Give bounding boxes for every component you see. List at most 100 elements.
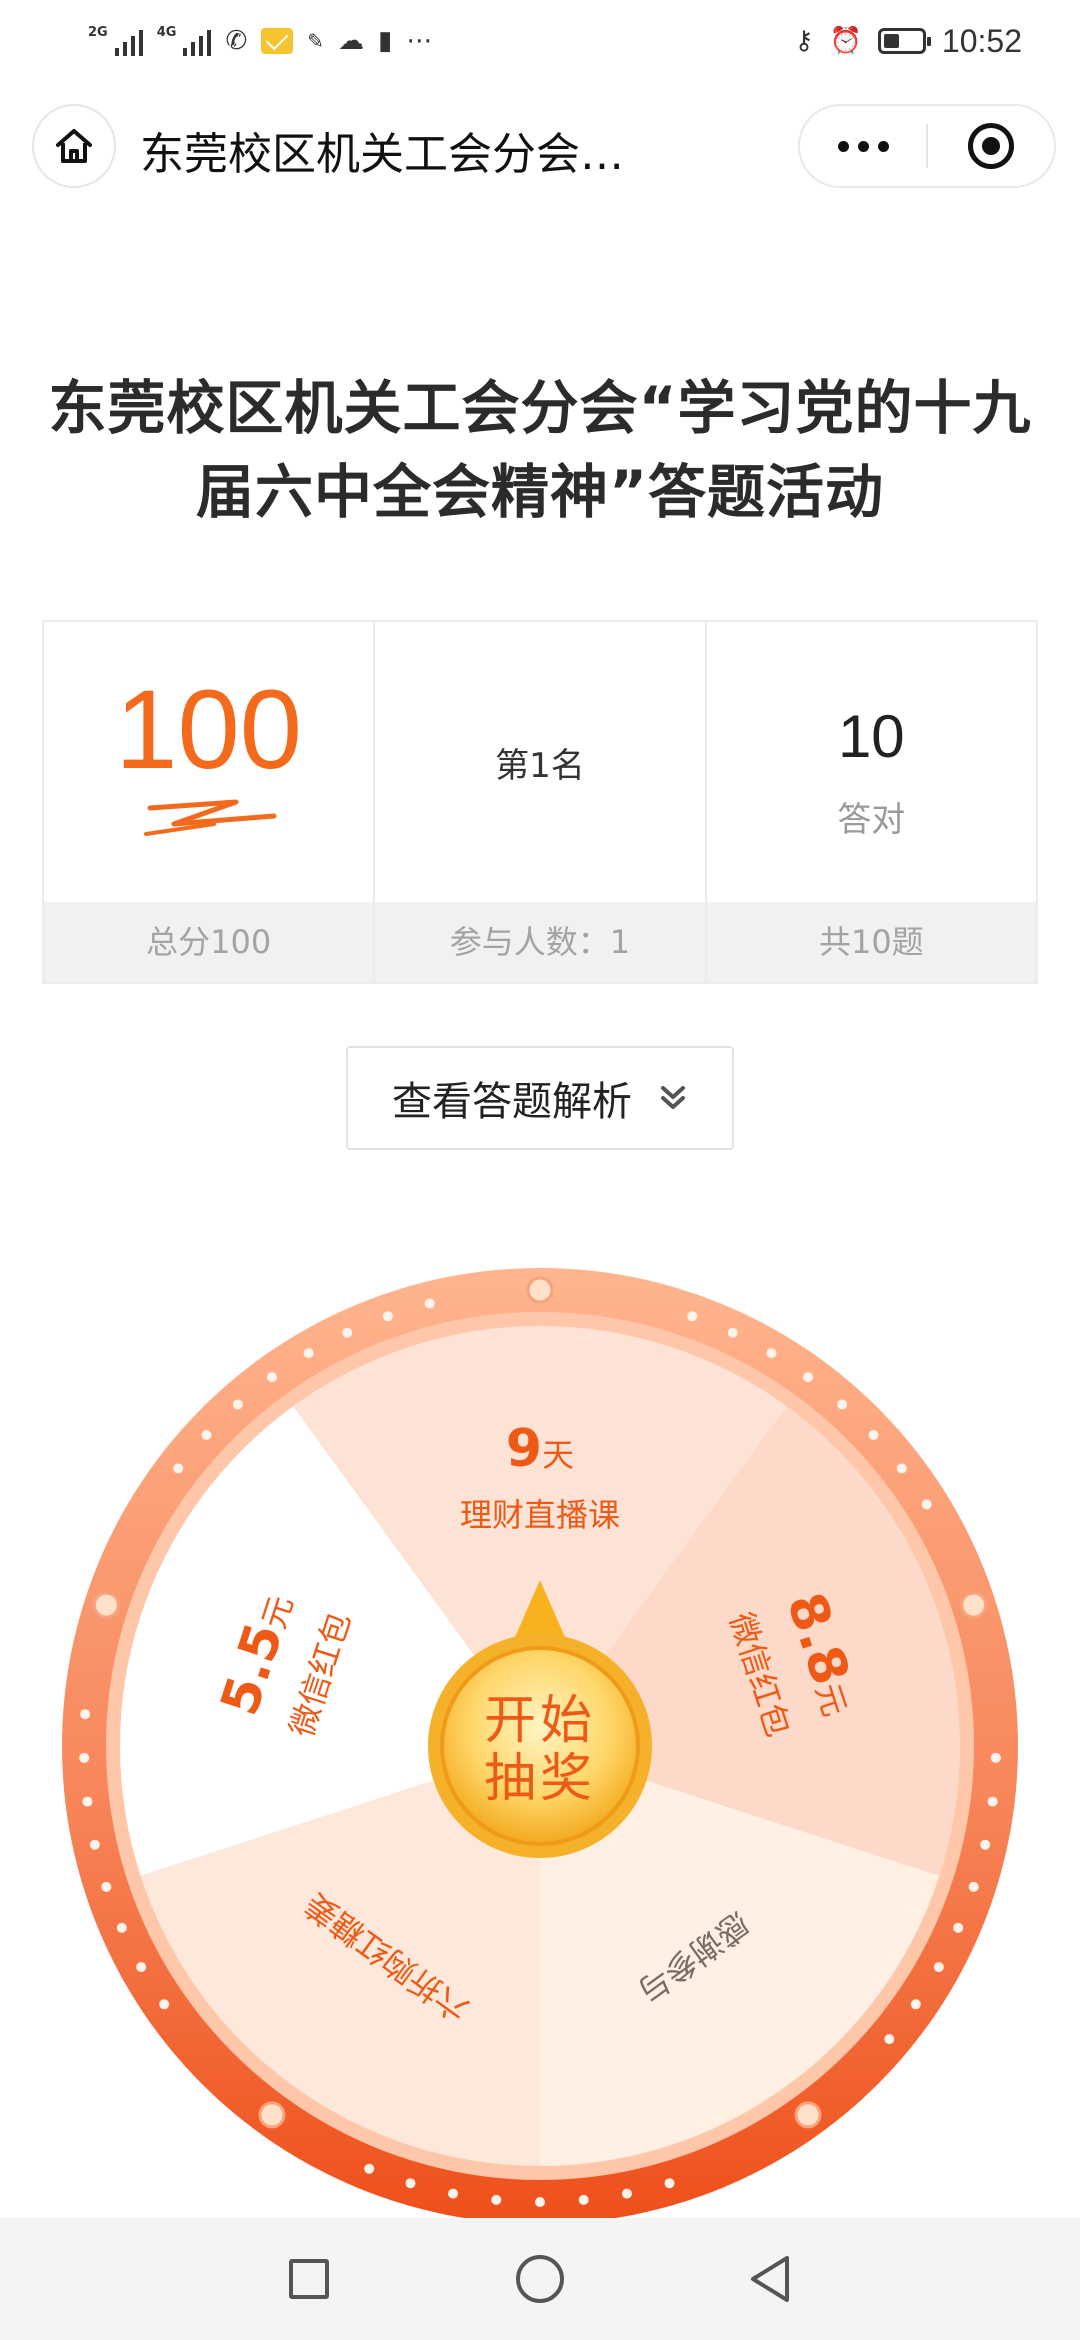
rim-light-small xyxy=(116,1922,127,1933)
rim-light-small xyxy=(136,1962,147,1973)
sim-alert-icon: ▮ xyxy=(378,26,393,56)
rim-light-small xyxy=(980,1839,991,1850)
recent-apps-button[interactable] xyxy=(274,2246,344,2312)
study-app-icon: ✎ xyxy=(307,29,324,53)
start-lottery-label-2: 抽奖 xyxy=(484,1749,596,1809)
back-button[interactable] xyxy=(735,2246,805,2312)
home-button[interactable] xyxy=(32,104,116,188)
rim-light-small xyxy=(342,1327,353,1338)
rim-light-small xyxy=(424,1298,435,1309)
rim-light-small xyxy=(987,1796,998,1807)
rim-light-small xyxy=(803,1372,814,1383)
rim-light-small xyxy=(953,1922,964,1933)
status-right-icons: ⚷ ⏰ 10:52 xyxy=(795,14,1023,68)
rim-light-small xyxy=(101,1881,112,1892)
status-left-icons: 2G 4G ✆ ✎ ☁ ▮ ⋯ xyxy=(88,14,432,68)
rim-light-small xyxy=(968,1881,979,1892)
rank-column: 第1名 参与人数：1 xyxy=(375,622,707,982)
rim-light-small xyxy=(727,1327,738,1338)
rim-light-small xyxy=(766,1348,777,1359)
rim-light-small xyxy=(405,2178,416,2189)
rim-light-small xyxy=(664,2178,675,2189)
mail-icon xyxy=(261,28,294,54)
missed-call-icon: ✆ xyxy=(225,26,248,56)
score-underline-icon xyxy=(144,799,277,836)
rim-light-small xyxy=(910,1999,921,2010)
capsule-menu xyxy=(798,104,1056,188)
activity-title: 东莞校区机关工会分会“学习党的十九届六中全会精神”答题活动 xyxy=(48,374,1032,526)
participants-label: 参与人数：1 xyxy=(375,902,705,982)
rim-light-small xyxy=(687,1311,698,1322)
rim-light-small xyxy=(622,2188,633,2199)
prize-name: 理财直播课 xyxy=(460,1496,620,1534)
lottery-wheel: 9天 理财直播课 8.8元 微信红包 感谢参与 六折购红糖姜 5.5元 微信红包 开始 抽奖 xyxy=(62,1268,1018,2224)
total-score-label: 总分100 xyxy=(44,902,374,982)
rim-light-small xyxy=(921,1499,932,1510)
rim-light-small xyxy=(382,1311,393,1322)
start-lottery-label-1: 开始 xyxy=(484,1691,596,1751)
rim-light-small xyxy=(990,1752,1001,1763)
view-analysis-button[interactable]: 查看答题解析 xyxy=(346,1046,734,1150)
status-time: 10:52 xyxy=(941,22,1022,59)
system-nav-bar xyxy=(0,2218,1080,2340)
rim-light xyxy=(92,1591,120,1619)
correct-label: 答对 xyxy=(837,800,906,840)
rim-light-small xyxy=(364,2163,375,2174)
rim-light-small xyxy=(868,1430,879,1441)
mini-program-title-bar: 东莞校区机关工会分会… xyxy=(0,100,1080,196)
score-column: 100 总分100 xyxy=(44,622,376,982)
target-icon xyxy=(968,123,1014,169)
key-icon: ⚷ xyxy=(794,26,814,56)
rim-light-small xyxy=(82,1796,93,1807)
view-analysis-label: 查看答题解析 xyxy=(392,1079,632,1125)
battery-icon xyxy=(877,28,931,54)
more-dots-icon: ⋯ xyxy=(406,26,433,56)
more-icon xyxy=(837,140,889,152)
signal-icon: 2G xyxy=(88,26,143,56)
lottery-wheel-graphic: 9天理财直播课8.8元微信红包感谢参与六折购红糖姜5.5元微信红包 开始 抽奖 xyxy=(62,1268,1018,2224)
status-bar: 2G 4G ✆ ✎ ☁ ▮ ⋯ ⚷ ⏰ 10:52 xyxy=(0,0,1080,80)
home-nav-button[interactable] xyxy=(505,2246,575,2312)
close-mini-program-button[interactable] xyxy=(928,106,1054,186)
score-value: 100 xyxy=(115,667,303,792)
rim-light-small xyxy=(447,2188,458,2199)
more-button[interactable] xyxy=(800,106,926,186)
rim-light-small xyxy=(266,1372,277,1383)
window-title: 东莞校区机关工会分会… xyxy=(140,129,624,180)
signal-icon: 4G xyxy=(157,26,212,56)
back-icon xyxy=(751,2256,789,2302)
rim-light-small xyxy=(80,1709,91,1720)
correct-count: 10 xyxy=(837,703,905,770)
rim-light xyxy=(258,2101,286,2129)
rim-light xyxy=(960,1591,988,1619)
cloud-icon: ☁ xyxy=(338,26,364,56)
rank-value: 第1名 xyxy=(495,746,585,786)
total-questions-label: 共10题 xyxy=(706,902,1036,982)
rim-light-small xyxy=(491,2194,502,2205)
home-icon xyxy=(56,129,92,163)
battery-fill xyxy=(883,34,900,48)
rim-light xyxy=(526,1276,554,1304)
rim-light-small xyxy=(884,2034,895,2045)
rim-light-small xyxy=(79,1752,90,1763)
rim-light-small xyxy=(837,1399,848,1410)
home-circle-icon xyxy=(516,2255,564,2303)
rim-light xyxy=(794,2101,822,2129)
alarm-icon: ⏰ xyxy=(829,26,862,56)
rim-light-small xyxy=(232,1399,243,1410)
rim-light-small xyxy=(303,1348,314,1359)
score-panel: 100 总分100 第1名 参与人数：1 10 答对 共10题 xyxy=(42,620,1038,984)
rim-light-small xyxy=(896,1463,907,1474)
correct-column: 10 答对 共10题 xyxy=(706,622,1036,982)
recent-apps-icon xyxy=(289,2259,329,2299)
network-type-label: 2G xyxy=(88,25,108,40)
network-type-label: 4G xyxy=(156,25,177,40)
rim-light-small xyxy=(535,2197,545,2207)
rim-light-small xyxy=(159,1999,170,2010)
rim-light-small xyxy=(201,1430,212,1441)
rim-light-small xyxy=(89,1839,100,1850)
rim-light-small xyxy=(578,2194,589,2205)
rim-light-small xyxy=(933,1962,944,1973)
double-chevron-down-icon xyxy=(661,1086,685,1109)
rim-light-small xyxy=(173,1463,184,1474)
